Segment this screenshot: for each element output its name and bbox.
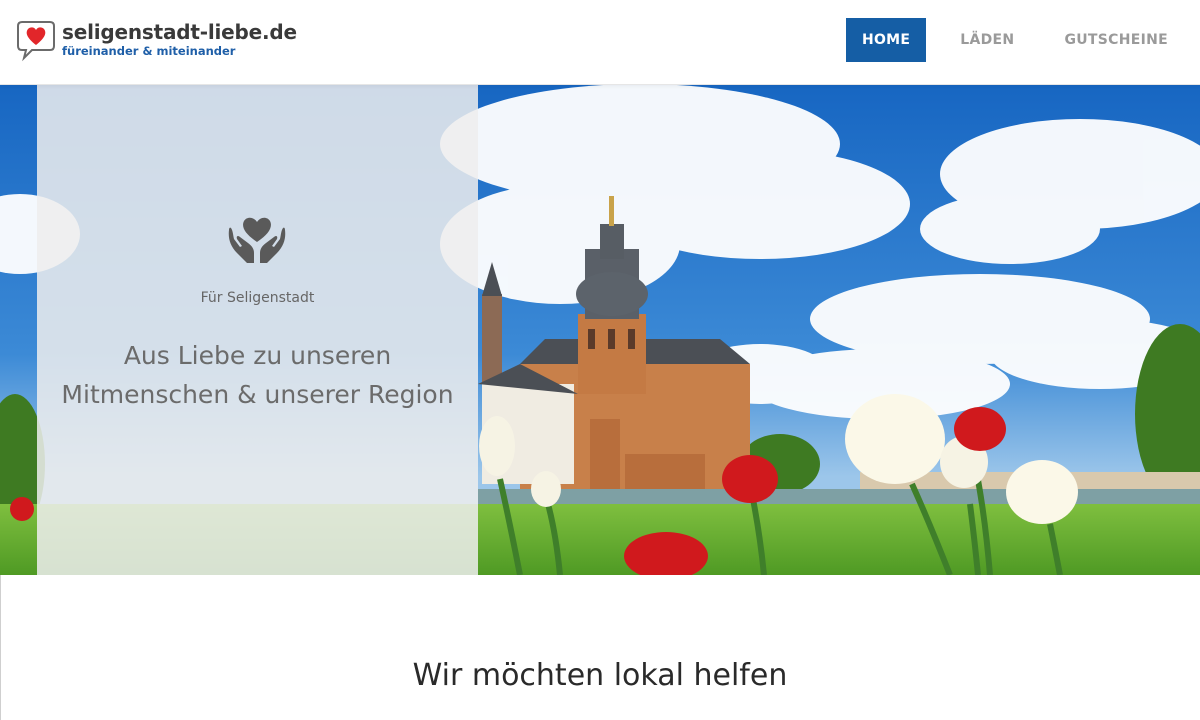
main-nav: HOME LÄDEN GUTSCHEINE — [836, 18, 1184, 62]
heart-speech-bubble-icon — [17, 21, 55, 62]
hero-kicker: Für Seligenstadt — [200, 290, 315, 306]
hero-banner: Für Seligenstadt Aus Liebe zu unseren Mi… — [0, 84, 1200, 575]
hero-headline: Aus Liebe zu unseren Mitmenschen & unser… — [61, 341, 454, 409]
logo-text: seligenstadt-liebe.de füreinander & mite… — [62, 20, 297, 58]
site-header: seligenstadt-liebe.de füreinander & mite… — [0, 0, 1200, 85]
logo-tagline: füreinander & miteinander — [62, 44, 236, 58]
hero-text-panel: Für Seligenstadt Aus Liebe zu unseren Mi… — [37, 84, 478, 575]
nav-item-gutscheine[interactable]: GUTSCHEINE — [1048, 18, 1184, 62]
section-title: Wir möchten lokal helfen — [412, 658, 788, 693]
logo-title: seligenstadt-liebe.de — [62, 20, 297, 44]
site-logo[interactable]: seligenstadt-liebe.de füreinander & mite… — [16, 20, 297, 62]
nav-item-laeden[interactable]: LÄDEN — [944, 18, 1030, 62]
hands-heart-icon — [228, 217, 286, 263]
nav-item-home[interactable]: HOME — [845, 18, 927, 62]
